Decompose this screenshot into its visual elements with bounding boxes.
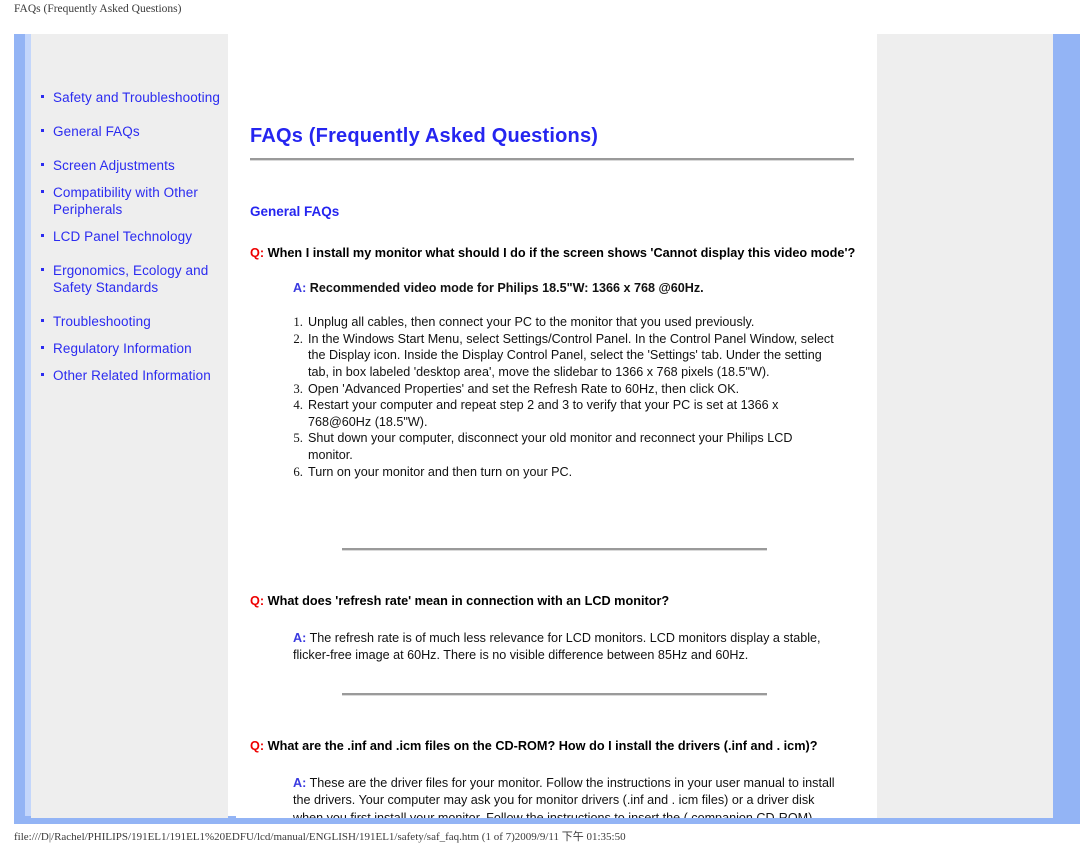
list-item: Unplug all cables, then connect your PC … — [285, 314, 755, 330]
answer-text: A: The refresh rate is of much less rele… — [293, 630, 837, 665]
answer-body: Recommended video mode for Philips 18.5"… — [309, 280, 704, 295]
sidebar-item-label: Compatibility with Other Peripherals — [53, 185, 198, 217]
bullet-icon — [41, 346, 44, 349]
steps-list: Unplug all cables, then connect your PC … — [236, 314, 877, 480]
qa-divider-2 — [342, 693, 767, 696]
title-divider — [250, 158, 854, 161]
sidebar-item-label: Troubleshooting — [53, 314, 151, 329]
main-content: FAQs (Frequently Asked Questions) Genera… — [236, 34, 877, 818]
page-frame: Safety and Troubleshooting General FAQs … — [0, 26, 1080, 824]
sidebar-item-screen-adjustments[interactable]: Screen Adjustments — [36, 157, 226, 174]
bullet-icon — [41, 95, 44, 98]
list-item: Open 'Advanced Properties' and set the R… — [285, 381, 740, 397]
status-bar: file:///D|/Rachel/PHILIPS/191EL1/191EL1%… — [0, 824, 1080, 848]
answer-prefix: A: — [293, 775, 307, 790]
answer-prefix: A: — [293, 280, 307, 295]
bullet-icon — [41, 163, 44, 166]
sidebar-item-label: Screen Adjustments — [53, 158, 175, 173]
sidebar-item-label: LCD Panel Technology — [53, 229, 193, 244]
left-blue-rail — [14, 34, 25, 824]
bullet-icon — [41, 373, 44, 376]
sidebar-item-compatibility-with-other-peripherals[interactable]: Compatibility with Other Peripherals — [36, 184, 226, 218]
qa-block-2: Q: What does 'refresh rate' mean in conn… — [236, 580, 877, 677]
answer-text: A: These are the driver files for your m… — [293, 775, 837, 818]
answer-prefix: A: — [293, 630, 307, 645]
question-body: What does 'refresh rate' mean in connect… — [267, 593, 670, 608]
bullet-icon — [41, 268, 44, 271]
status-bar-path: file:///D|/Rachel/PHILIPS/191EL1/191EL1%… — [14, 831, 626, 843]
question-prefix: Q: — [250, 738, 265, 753]
sidebar-item-label: General FAQs — [53, 124, 140, 139]
sidebar-item-general-faqs[interactable]: General FAQs — [36, 123, 226, 140]
qa-block-3: Q: What are the .inf and .icm files on t… — [236, 725, 877, 818]
sidebar-item-other-related-information[interactable]: Other Related Information — [36, 367, 226, 384]
sidebar: Safety and Troubleshooting General FAQs … — [31, 34, 228, 818]
answer-body: The refresh rate is of much less relevan… — [293, 630, 821, 663]
section-heading: General FAQs — [250, 204, 340, 220]
sidebar-item-troubleshooting[interactable]: Troubleshooting — [36, 313, 226, 330]
list-item: In the Windows Start Menu, select Settin… — [285, 331, 834, 379]
sidebar-item-label: Regulatory Information — [53, 341, 192, 356]
list-item: Restart your computer and repeat step 2 … — [285, 397, 779, 429]
bullet-icon — [41, 190, 44, 193]
sidebar-item-label: Safety and Troubleshooting — [53, 90, 220, 105]
sidebar-item-regulatory-information[interactable]: Regulatory Information — [36, 340, 226, 357]
browser-print-header: FAQs (Frequently Asked Questions) — [0, 0, 1080, 26]
answer-body: These are the driver files for your moni… — [293, 775, 835, 818]
right-blue-rail — [1053, 34, 1080, 824]
list-item: Turn on your monitor and then turn on yo… — [285, 464, 573, 480]
sidebar-item-lcd-panel-technology[interactable]: LCD Panel Technology — [36, 228, 226, 245]
question-body: When I install my monitor what should I … — [267, 245, 856, 260]
qa-divider-1 — [342, 548, 767, 551]
question-text: Q: What does 'refresh rate' mean in conn… — [250, 593, 859, 610]
sidebar-item-label: Other Related Information — [53, 368, 211, 383]
question-text: Q: When I install my monitor what should… — [250, 245, 859, 262]
page-title: FAQs (Frequently Asked Questions) — [250, 125, 599, 148]
sidebar-item-safety-and-troubleshooting[interactable]: Safety and Troubleshooting — [36, 89, 226, 106]
sidebar-item-label: Ergonomics, Ecology and Safety Standards — [53, 263, 209, 295]
bullet-icon — [41, 129, 44, 132]
print-header-title: FAQs (Frequently Asked Questions) — [14, 3, 182, 15]
question-prefix: Q: — [250, 593, 265, 608]
bullet-icon — [41, 319, 44, 322]
sidebar-item-ergonomics-ecology-and-safety-standards[interactable]: Ergonomics, Ecology and Safety Standards — [36, 262, 226, 296]
question-text: Q: What are the .inf and .icm files on t… — [250, 738, 859, 755]
right-gutter — [877, 34, 1053, 818]
answer-text: A: Recommended video mode for Philips 18… — [293, 280, 837, 298]
qa-block-1: Q: When I install my monitor what should… — [236, 232, 877, 480]
question-body: What are the .inf and .icm files on the … — [267, 738, 818, 753]
question-prefix: Q: — [250, 245, 265, 260]
sidebar-nav: Safety and Troubleshooting General FAQs … — [36, 89, 226, 394]
list-item: Shut down your computer, disconnect your… — [285, 430, 793, 462]
bullet-icon — [41, 234, 44, 237]
